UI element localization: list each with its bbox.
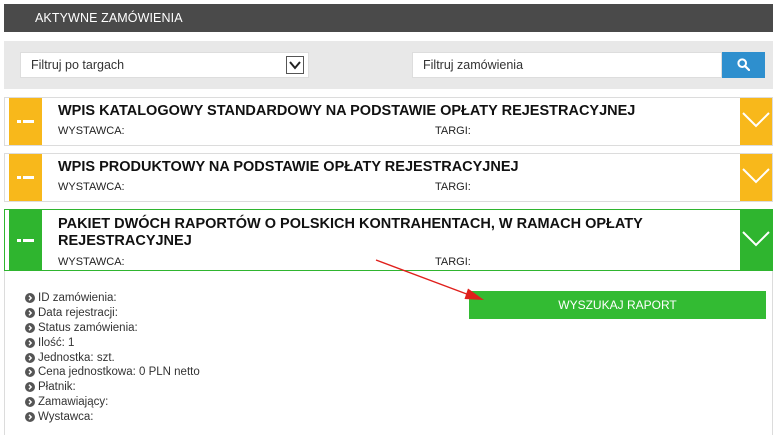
circle-arrow-right-icon [25, 411, 35, 422]
detail-label: Zamawiający: [38, 395, 109, 408]
detail-ordering-party: Zamawiający: [25, 395, 200, 410]
detail-exhibitor: Wystawca: [25, 409, 200, 424]
circle-arrow-right-icon [25, 382, 35, 393]
search-report-button[interactable]: WYSZUKAJ RAPORT [469, 291, 766, 319]
search-icon [737, 58, 750, 71]
detail-order-id: ID zamówienia: [25, 291, 200, 306]
exhibitor-label: WYSTAWCA: [58, 125, 125, 137]
detail-payer: Płatnik: [25, 380, 200, 395]
page-header: AKTYWNE ZAMÓWIENIA [4, 4, 773, 32]
expand-button[interactable] [740, 154, 772, 201]
circle-arrow-right-icon [25, 396, 35, 407]
detail-quantity: Ilość: 1 [25, 335, 200, 350]
order-details-list: ID zamówienia: Data rejestracji: Status … [25, 291, 200, 424]
order-search-placeholder: Filtruj zamówienia [423, 58, 524, 72]
circle-arrow-right-icon [25, 293, 35, 304]
circle-arrow-right-icon [25, 308, 35, 319]
detail-order-status: Status zamówienia: [25, 321, 200, 336]
circle-arrow-right-icon [25, 367, 35, 378]
fair-filter-value: Filtruj po targach [31, 58, 125, 72]
chevron-down-icon [742, 112, 770, 128]
detail-label: Ilość: 1 [38, 336, 75, 349]
order-search-input[interactable]: Filtruj zamówienia [412, 52, 722, 78]
chevron-down-icon [742, 168, 770, 184]
chevron-down-icon[interactable] [286, 56, 304, 74]
chevron-down-icon [742, 231, 770, 247]
detail-label: Cena jednostkowa: 0 PLN netto [38, 366, 200, 379]
fair-label: TARGI: [435, 125, 471, 137]
detail-label: ID zamówienia: [38, 292, 117, 305]
detail-label: Data rejestracji: [38, 307, 118, 320]
fair-label: TARGI: [435, 181, 471, 193]
collapse-icon [17, 238, 34, 242]
detail-label: Jednostka: szt. [38, 351, 115, 364]
detail-unit-price: Cena jednostkowa: 0 PLN netto [25, 365, 200, 380]
order-title: WPIS PRODUKTOWY NA PODSTAWIE OPŁATY REJE… [58, 159, 519, 175]
fair-label: TARGI: [435, 256, 471, 268]
detail-registration-date: Data rejestracji: [25, 306, 200, 321]
order-card-expanded[interactable]: PAKIET DWÓCH RAPORTÓW O POLSKICH KONTRAH… [4, 209, 773, 271]
detail-label: Status zamówienia: [38, 321, 138, 334]
order-title: WPIS KATALOGOWY STANDARDOWY NA PODSTAWIE… [58, 103, 636, 119]
filter-panel: Filtruj po targach Filtruj zamówienia [4, 41, 773, 89]
detail-label: Wystawca: [38, 410, 94, 423]
collapse-toggle-button[interactable] [9, 210, 42, 270]
collapse-icon [17, 120, 34, 123]
fair-filter-select[interactable]: Filtruj po targach [20, 52, 309, 78]
order-card[interactable]: WPIS KATALOGOWY STANDARDOWY NA PODSTAWIE… [4, 97, 773, 146]
exhibitor-label: WYSTAWCA: [58, 256, 125, 268]
page-title: AKTYWNE ZAMÓWIENIA [35, 11, 183, 25]
circle-arrow-right-icon [25, 322, 35, 333]
circle-arrow-right-icon [25, 352, 35, 363]
order-card[interactable]: WPIS PRODUKTOWY NA PODSTAWIE OPŁATY REJE… [4, 153, 773, 202]
collapse-icon [17, 176, 34, 179]
order-title: PAKIET DWÓCH RAPORTÓW O POLSKICH KONTRAH… [58, 216, 643, 249]
detail-label: Płatnik: [38, 381, 76, 394]
collapse-toggle-button[interactable] [9, 98, 42, 145]
circle-arrow-right-icon [25, 337, 35, 348]
detail-unit: Jednostka: szt. [25, 350, 200, 365]
collapse-toggle-button[interactable] [9, 154, 42, 201]
exhibitor-label: WYSTAWCA: [58, 181, 125, 193]
expand-button[interactable] [740, 98, 772, 145]
expand-button[interactable] [740, 210, 772, 270]
search-button[interactable] [722, 52, 765, 78]
order-details-panel: ID zamówienia: Data rejestracji: Status … [4, 271, 773, 435]
